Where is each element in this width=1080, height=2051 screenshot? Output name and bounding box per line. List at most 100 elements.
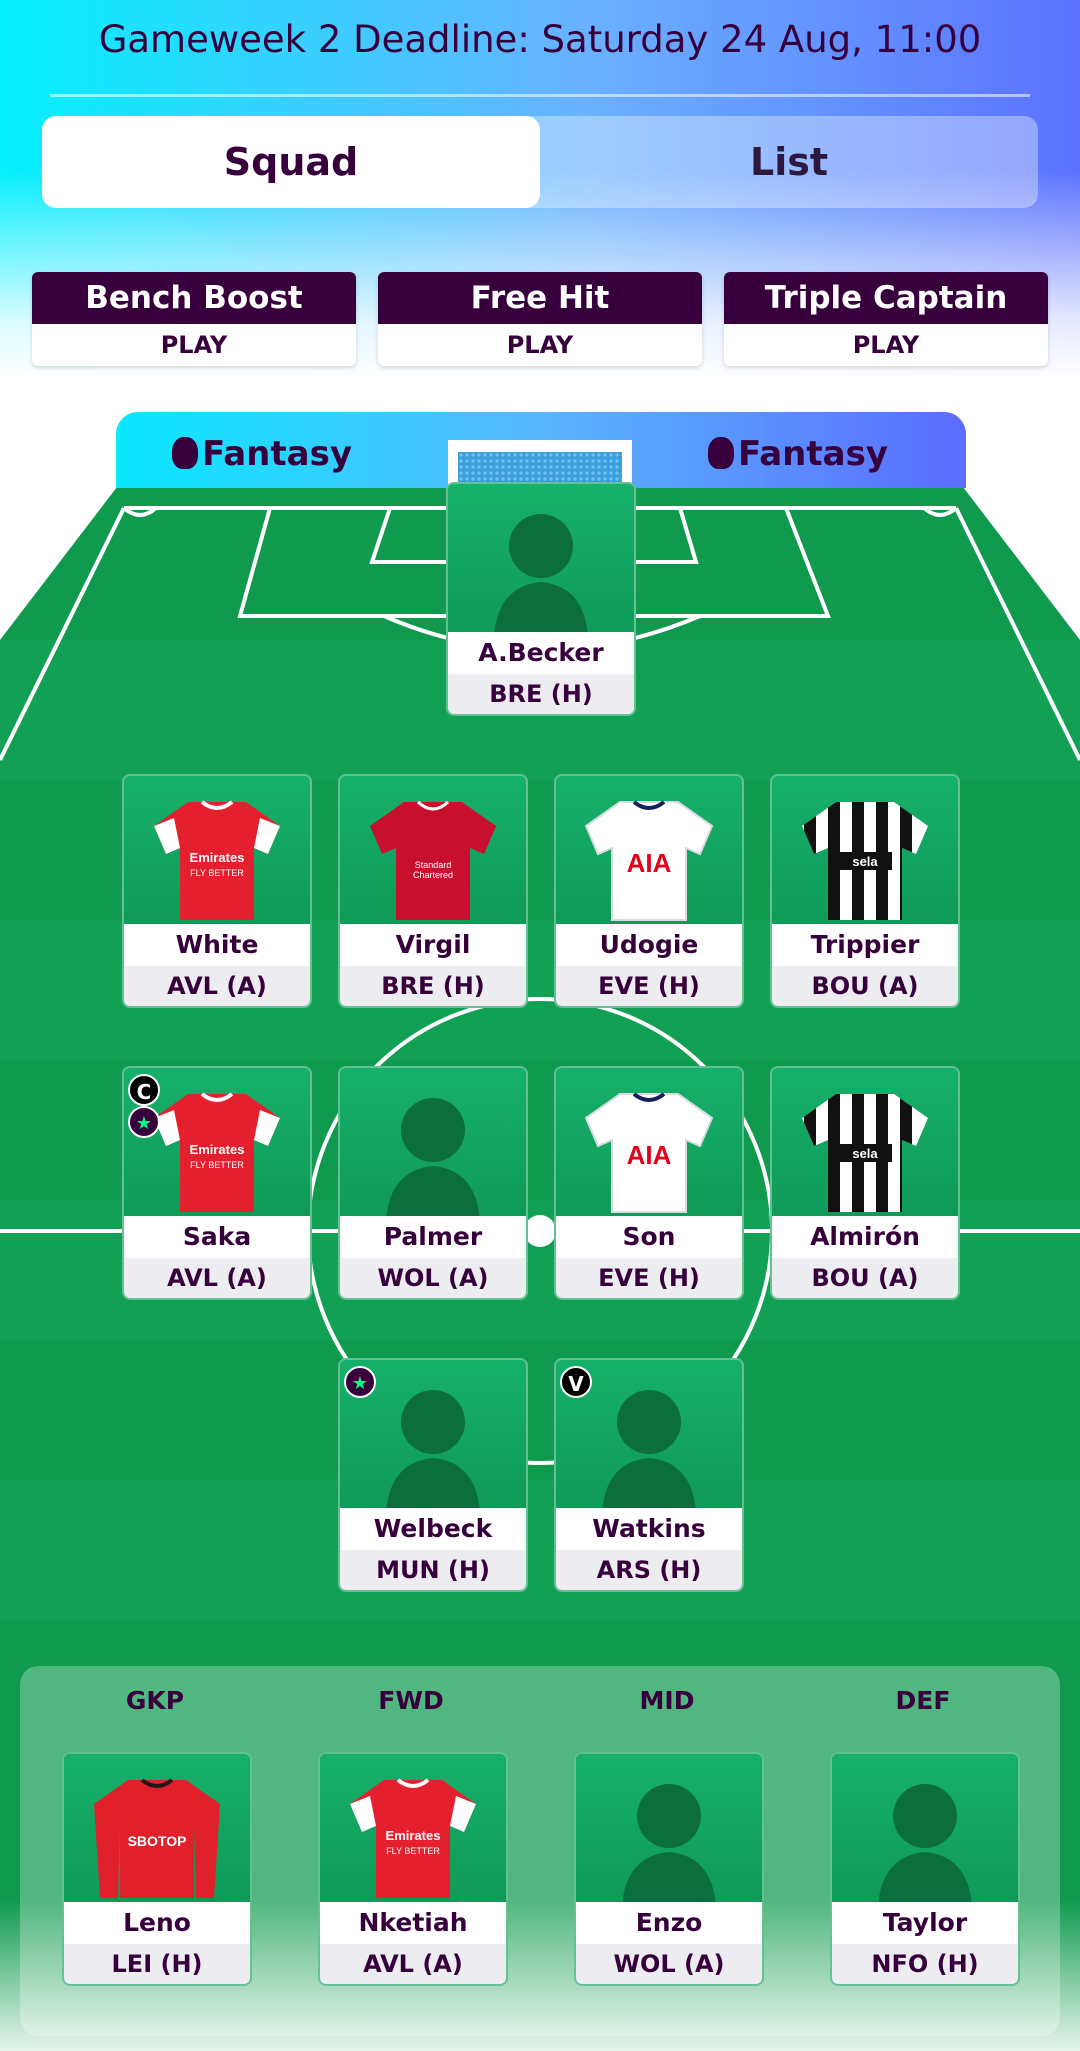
tab-list[interactable]: List xyxy=(540,116,1038,208)
chip-play-button[interactable]: PLAY xyxy=(378,324,702,366)
premier-league-lion-icon xyxy=(172,437,198,469)
svg-text:sela: sela xyxy=(852,1146,878,1161)
player-name: Enzo xyxy=(576,1902,762,1944)
player-silhouette-icon xyxy=(386,1098,480,1220)
chip-play-button[interactable]: PLAY xyxy=(32,324,356,366)
player-name: Nketiah xyxy=(320,1902,506,1944)
fulham-goalkeeper-shirt-icon: SBOTOP xyxy=(94,1778,220,1898)
svg-text:Emirates: Emirates xyxy=(190,1142,245,1157)
chip-play-button[interactable]: PLAY xyxy=(724,324,1048,366)
player-fixture: BRE (H) xyxy=(448,674,634,714)
bench-player-card[interactable]: Taylor NFO (H) xyxy=(830,1752,1020,1986)
player-silhouette-icon xyxy=(494,514,588,636)
player-name: Welbeck xyxy=(340,1508,526,1550)
fantasy-logo-right: Fantasy xyxy=(708,434,888,474)
player-photo xyxy=(832,1754,1018,1906)
player-name: White xyxy=(124,924,310,966)
player-photo: SBOTOP xyxy=(64,1754,250,1904)
player-fixture: WOL (A) xyxy=(576,1944,762,1984)
star-icon: ★ xyxy=(344,1366,376,1398)
player-fixture: MUN (H) xyxy=(340,1550,526,1590)
player-name: Udogie xyxy=(556,924,742,966)
player-name: Saka xyxy=(124,1216,310,1258)
player-card-midfielder[interactable]: sela Almirón BOU (A) xyxy=(770,1066,960,1300)
player-fixture: BRE (H) xyxy=(340,966,526,1006)
captain-badge: C xyxy=(128,1074,160,1106)
player-name: Watkins xyxy=(556,1508,742,1550)
header-divider xyxy=(50,94,1030,97)
liverpool-shirt-icon: Standard Chartered xyxy=(370,800,496,920)
vice-captain-badge: V xyxy=(560,1366,592,1398)
chips-row: Bench Boost PLAY Free Hit PLAY Triple Ca… xyxy=(32,272,1048,368)
svg-text:AIA: AIA xyxy=(627,1140,672,1170)
player-fixture: AVL (A) xyxy=(320,1944,506,1984)
svg-text:Standard: Standard xyxy=(415,860,452,870)
player-fixture: LEI (H) xyxy=(64,1944,250,1984)
svg-text:Emirates: Emirates xyxy=(190,850,245,865)
player-photo: Emirates FLY BETTER xyxy=(124,776,310,926)
player-fixture: AVL (A) xyxy=(124,966,310,1006)
arsenal-shirt-icon: Emirates FLY BETTER xyxy=(350,1778,476,1898)
player-silhouette-icon xyxy=(602,1390,696,1512)
chip-free-hit[interactable]: Free Hit PLAY xyxy=(378,272,702,366)
bench-position-label: DEF xyxy=(895,1686,951,1715)
bench-player-card[interactable]: SBOTOP Leno LEI (H) xyxy=(62,1752,252,1986)
arsenal-shirt-icon: Emirates FLY BETTER xyxy=(154,1092,280,1212)
player-name: Son xyxy=(556,1216,742,1258)
player-card-goalkeeper[interactable]: A.Becker BRE (H) xyxy=(446,482,636,716)
svg-text:FLY BETTER: FLY BETTER xyxy=(190,868,244,878)
svg-text:Chartered: Chartered xyxy=(413,870,453,880)
player-fixture: BOU (A) xyxy=(772,1258,958,1298)
gameweek-deadline: Gameweek 2 Deadline: Saturday 24 Aug, 11… xyxy=(98,18,982,61)
svg-text:FLY BETTER: FLY BETTER xyxy=(386,1846,440,1856)
player-card-midfielder[interactable]: AIA Son EVE (H) xyxy=(554,1066,744,1300)
player-fixture: WOL (A) xyxy=(340,1258,526,1298)
player-fixture: AVL (A) xyxy=(124,1258,310,1298)
player-photo: Emirates FLY BETTER xyxy=(320,1754,506,1904)
svg-text:AIA: AIA xyxy=(627,848,672,878)
premier-league-lion-icon xyxy=(708,437,734,469)
player-card-defender[interactable]: sela Trippier BOU (A) xyxy=(770,774,960,1008)
chip-title: Bench Boost xyxy=(32,272,356,324)
bench-position-label: MID xyxy=(639,1686,695,1715)
newcastle-shirt-icon: sela xyxy=(802,802,928,920)
tab-squad[interactable]: Squad xyxy=(42,116,540,208)
player-fixture: BOU (A) xyxy=(772,966,958,1006)
player-photo: sela xyxy=(772,776,958,926)
player-silhouette-icon xyxy=(878,1784,972,1906)
svg-text:SBOTOP: SBOTOP xyxy=(128,1833,187,1849)
bench-position-label: FWD xyxy=(378,1686,444,1715)
player-card-defender[interactable]: Emirates FLY BETTER White AVL (A) xyxy=(122,774,312,1008)
bench-player-card[interactable]: Emirates FLY BETTER Nketiah AVL (A) xyxy=(318,1752,508,1986)
star-icon: ★ xyxy=(128,1106,160,1138)
player-card-midfielder[interactable]: Palmer WOL (A) xyxy=(338,1066,528,1300)
svg-text:sela: sela xyxy=(852,854,878,869)
player-card-defender[interactable]: Standard Chartered Virgil BRE (H) xyxy=(338,774,528,1008)
fantasy-logo-left: Fantasy xyxy=(172,434,352,474)
bench-player-card[interactable]: Enzo WOL (A) xyxy=(574,1752,764,1986)
svg-text:Emirates: Emirates xyxy=(386,1828,441,1843)
player-card-defender[interactable]: AIA Udogie EVE (H) xyxy=(554,774,744,1008)
player-photo: Standard Chartered xyxy=(340,776,526,926)
chip-triple-captain[interactable]: Triple Captain PLAY xyxy=(724,272,1048,366)
chip-bench-boost[interactable]: Bench Boost PLAY xyxy=(32,272,356,366)
player-fixture: EVE (H) xyxy=(556,1258,742,1298)
player-silhouette-icon xyxy=(622,1784,716,1906)
svg-text:FLY BETTER: FLY BETTER xyxy=(190,1160,244,1170)
player-photo: sela xyxy=(772,1068,958,1218)
newcastle-shirt-icon: sela xyxy=(802,1094,928,1212)
player-name: Almirón xyxy=(772,1216,958,1258)
player-name: Leno xyxy=(64,1902,250,1944)
player-name: Virgil xyxy=(340,924,526,966)
chip-title: Free Hit xyxy=(378,272,702,324)
player-name: Taylor xyxy=(832,1902,1018,1944)
view-toggle: Squad List xyxy=(42,116,1038,208)
player-fixture: ARS (H) xyxy=(556,1550,742,1590)
tottenham-shirt-icon: AIA xyxy=(584,1092,714,1213)
player-photo xyxy=(576,1754,762,1906)
player-name: A.Becker xyxy=(448,632,634,674)
player-name: Trippier xyxy=(772,924,958,966)
player-fixture: NFO (H) xyxy=(832,1944,1018,1984)
arsenal-shirt-icon: Emirates FLY BETTER xyxy=(154,800,280,920)
player-photo xyxy=(448,484,634,636)
